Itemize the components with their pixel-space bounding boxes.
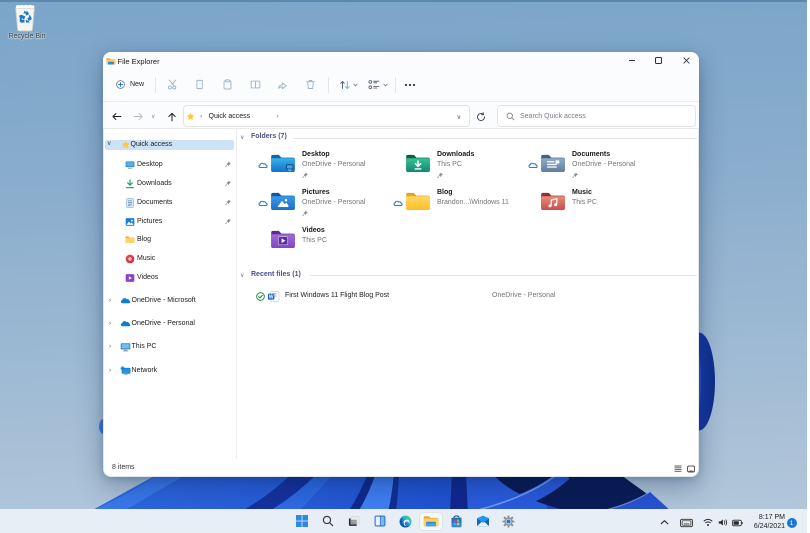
svg-text:W: W <box>268 294 273 300</box>
